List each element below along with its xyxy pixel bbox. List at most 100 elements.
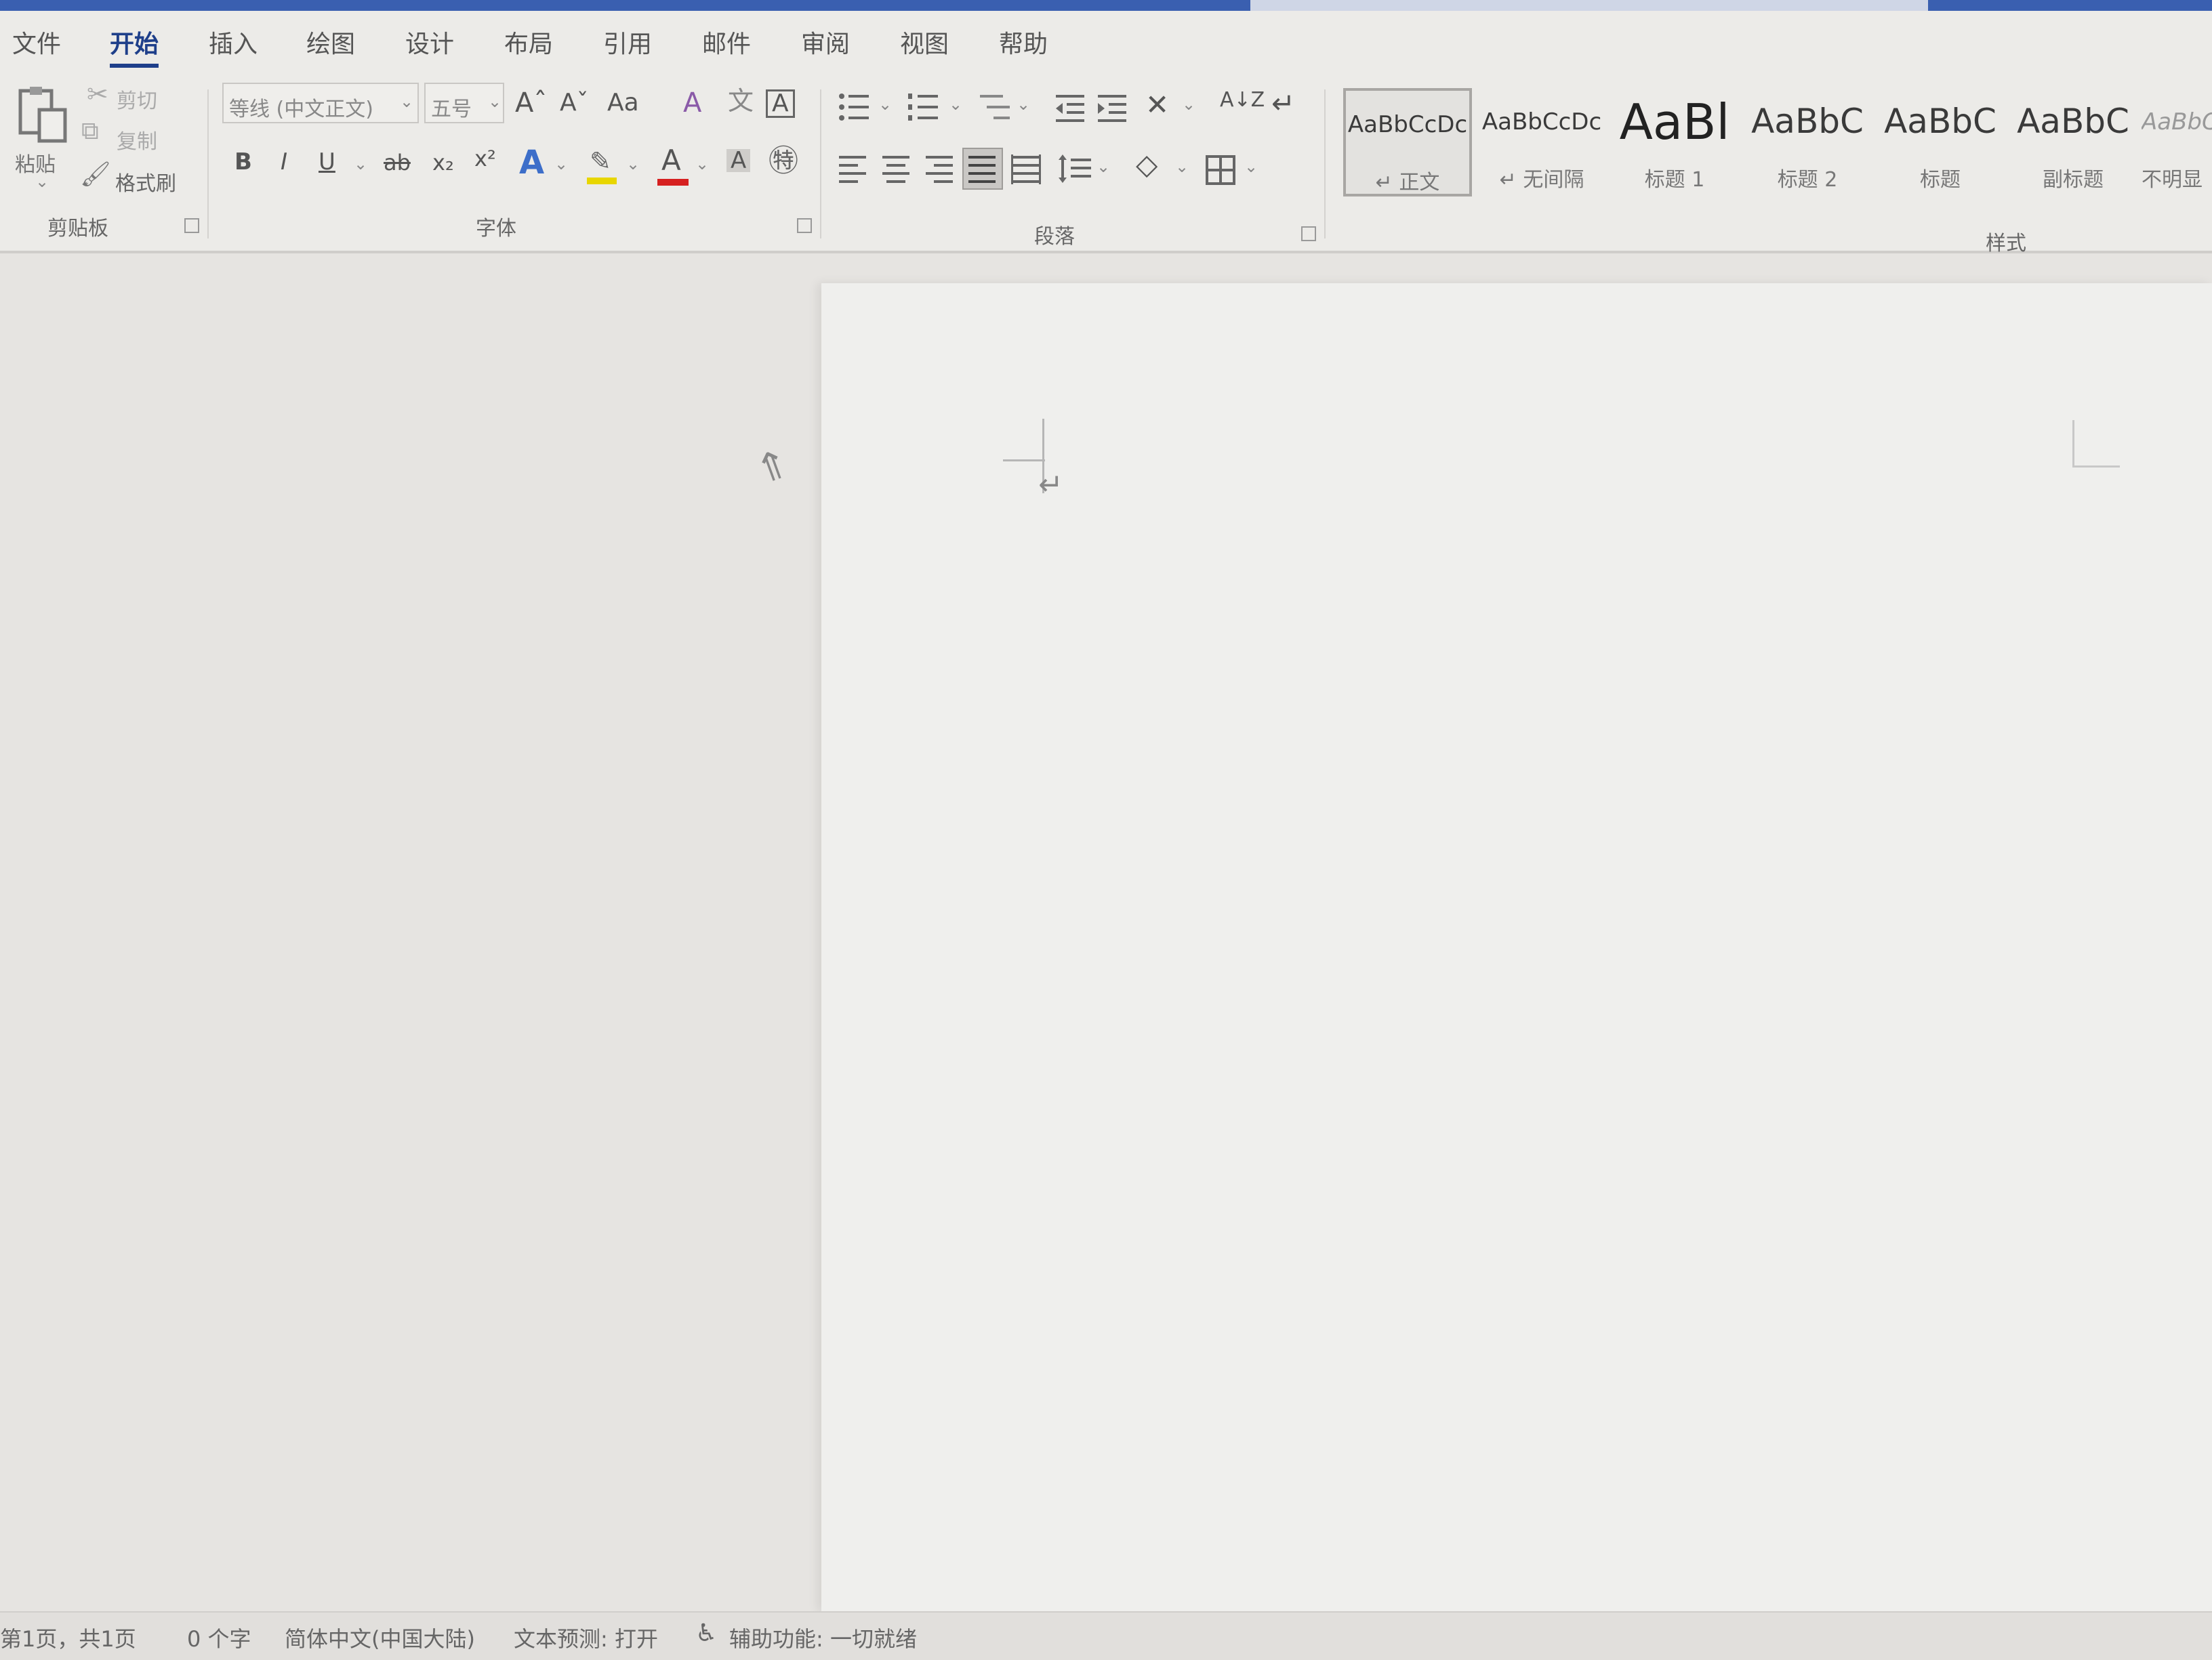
style-subtle-emphasis-name: 不明显 [2142, 168, 2203, 192]
shading-bucket-icon[interactable]: ◇ [1136, 150, 1158, 179]
format-painter-brush-icon[interactable]: 🖌 [80, 163, 111, 187]
phonetic-guide-icon[interactable]: 文 [728, 88, 754, 114]
italic-button[interactable]: I [281, 150, 287, 173]
style-heading-2[interactable]: AaBbC 标题 2 [1743, 88, 1872, 196]
status-page-count[interactable]: 第1页，共1页 [0, 1622, 136, 1653]
font-dialog-launcher-icon[interactable] [797, 218, 812, 233]
borders-chevron-down-icon[interactable]: ⌄ [1244, 159, 1258, 175]
bold-button[interactable]: B [234, 150, 252, 173]
mouse-pointer-icon: ⇖ [747, 436, 798, 493]
sort-icon[interactable]: A↓Z [1220, 90, 1265, 110]
style-subtle-emphasis[interactable]: AaBbC 不明显 [2142, 88, 2212, 196]
status-text-prediction[interactable]: 文本预测: 打开 [514, 1622, 658, 1653]
status-accessibility[interactable]: 辅助功能: 一切就绪 [729, 1622, 917, 1653]
line-spacing-icon[interactable] [1059, 153, 1092, 184]
chinese-layout-icon[interactable]: ✕ [1145, 91, 1169, 119]
strikethrough-button[interactable]: ab [384, 152, 411, 173]
numbering-icon[interactable] [907, 92, 941, 123]
tab-home[interactable]: 开始 [110, 24, 159, 68]
multilevel-list-icon[interactable] [979, 92, 1012, 123]
borders-icon[interactable] [1205, 154, 1236, 186]
align-center-icon[interactable] [881, 154, 912, 184]
font-group-label: 字体 [476, 217, 516, 241]
tab-mailings[interactable]: 邮件 [702, 24, 751, 65]
style-subtitle[interactable]: AaBbC 副标题 [2009, 88, 2137, 196]
tab-view[interactable]: 视图 [900, 24, 949, 65]
align-right-icon[interactable] [924, 154, 956, 184]
ribbon-tab-bar: 文件 开始 插入 绘图 设计 布局 引用 邮件 审阅 视图 帮助 [0, 11, 2212, 76]
superscript-button[interactable]: x² [474, 148, 496, 169]
status-language[interactable]: 简体中文(中国大陆) [285, 1622, 475, 1653]
change-case-icon[interactable]: Aa [607, 91, 639, 115]
highlight-chevron-down-icon[interactable]: ⌄ [626, 156, 640, 172]
align-left-icon[interactable] [838, 154, 869, 184]
chinese-layout-chevron-down-icon[interactable]: ⌄ [1182, 96, 1195, 112]
paste-button[interactable]: 粘贴 ⌄ [12, 80, 72, 202]
cut-scissors-icon[interactable]: ✂ [87, 81, 108, 107]
copy-icon[interactable]: ⧉ [81, 119, 99, 144]
clipboard-dialog-launcher-icon[interactable] [184, 218, 199, 233]
document-page[interactable] [821, 283, 2212, 1611]
cut-label: 剪切 [117, 89, 157, 113]
underline-chevron-down-icon[interactable]: ⌄ [354, 156, 367, 172]
text-effects-icon[interactable]: A [519, 146, 544, 179]
enclose-characters-icon[interactable]: ㊕ [769, 146, 798, 176]
style-title[interactable]: AaBbC 标题 [1876, 88, 2005, 196]
ribbon-home: 粘贴 ⌄ ✂ 剪切 ⧉ 复制 🖌 格式刷 剪贴板 等线 (中文正文) ⌄ 五号 … [0, 76, 2212, 255]
justify-button[interactable] [962, 148, 1003, 190]
bullets-chevron-down-icon[interactable]: ⌄ [878, 96, 892, 112]
group-divider [1324, 89, 1326, 238]
font-size-chevron-down-icon: ⌄ [488, 92, 502, 111]
style-heading-1[interactable]: AaBl 标题 1 [1610, 88, 1739, 196]
multilevel-chevron-down-icon[interactable]: ⌄ [1017, 96, 1030, 112]
group-divider [820, 89, 821, 238]
underline-button[interactable]: U [319, 150, 335, 173]
tab-references[interactable]: 引用 [603, 24, 652, 65]
clipboard-icon [18, 87, 67, 143]
tab-help[interactable]: 帮助 [999, 24, 1048, 65]
font-size-value: 五号 [431, 98, 472, 121]
tab-design[interactable]: 设计 [405, 24, 454, 65]
justify-icon [968, 156, 996, 183]
style-no-spacing-sample: AaBbCcDc [1481, 108, 1602, 136]
font-name-combobox[interactable]: 等线 (中文正文) ⌄ [222, 83, 419, 123]
margin-corner-horizontal [2072, 465, 2120, 468]
style-normal-sample: AaBbCcDc [1347, 111, 1468, 138]
subscript-button[interactable]: x₂ [432, 152, 454, 173]
line-spacing-chevron-down-icon[interactable]: ⌄ [1097, 159, 1110, 175]
status-word-count[interactable]: 0 个字 [187, 1622, 251, 1653]
tab-layout[interactable]: 布局 [504, 24, 553, 65]
bullets-icon[interactable] [838, 92, 872, 123]
style-subtitle-sample: AaBbC [2017, 102, 2129, 141]
highlight-color-bar [587, 178, 617, 184]
tab-insert[interactable]: 插入 [209, 24, 258, 65]
style-normal[interactable]: AaBbCcDc ↵ 正文 [1343, 88, 1472, 196]
shading-chevron-down-icon[interactable]: ⌄ [1175, 159, 1189, 175]
character-shading-icon[interactable]: A [726, 149, 751, 172]
numbering-chevron-down-icon[interactable]: ⌄ [949, 96, 962, 112]
highlight-color-icon[interactable]: ✎ [587, 146, 617, 184]
font-size-combobox[interactable]: 五号 ⌄ [424, 83, 504, 123]
distributed-icon[interactable] [1011, 154, 1042, 184]
tab-file[interactable]: 文件 [12, 24, 61, 65]
character-border-icon[interactable]: A [766, 89, 795, 118]
paste-dropdown-chevron-icon[interactable]: ⌄ [35, 172, 49, 191]
style-no-spacing[interactable]: AaBbCcDc ↵ 无间隔 [1477, 88, 1606, 196]
shrink-font-icon[interactable]: Aˇ [560, 91, 589, 115]
tab-draw[interactable]: 绘图 [306, 24, 355, 65]
marker-pen-icon: ✎ [590, 146, 611, 176]
font-name-chevron-down-icon: ⌄ [400, 92, 414, 111]
style-normal-name: ↵ 正文 [1375, 171, 1440, 194]
increase-indent-icon[interactable] [1097, 92, 1129, 123]
copy-label: 复制 [117, 130, 157, 154]
tab-review[interactable]: 审阅 [801, 24, 850, 65]
clear-formatting-icon[interactable]: A [683, 89, 701, 117]
font-color-chevron-down-icon[interactable]: ⌄ [695, 156, 709, 172]
grow-font-icon[interactable]: Aˆ [515, 89, 547, 117]
text-effects-chevron-down-icon[interactable]: ⌄ [554, 156, 568, 172]
font-color-icon[interactable]: A [657, 144, 689, 186]
show-formatting-marks-icon[interactable]: ↵ [1271, 89, 1295, 118]
paragraph-dialog-launcher-icon[interactable] [1301, 226, 1316, 241]
decrease-indent-icon[interactable] [1054, 92, 1087, 123]
paragraph-mark: ↵ [1038, 468, 1063, 502]
